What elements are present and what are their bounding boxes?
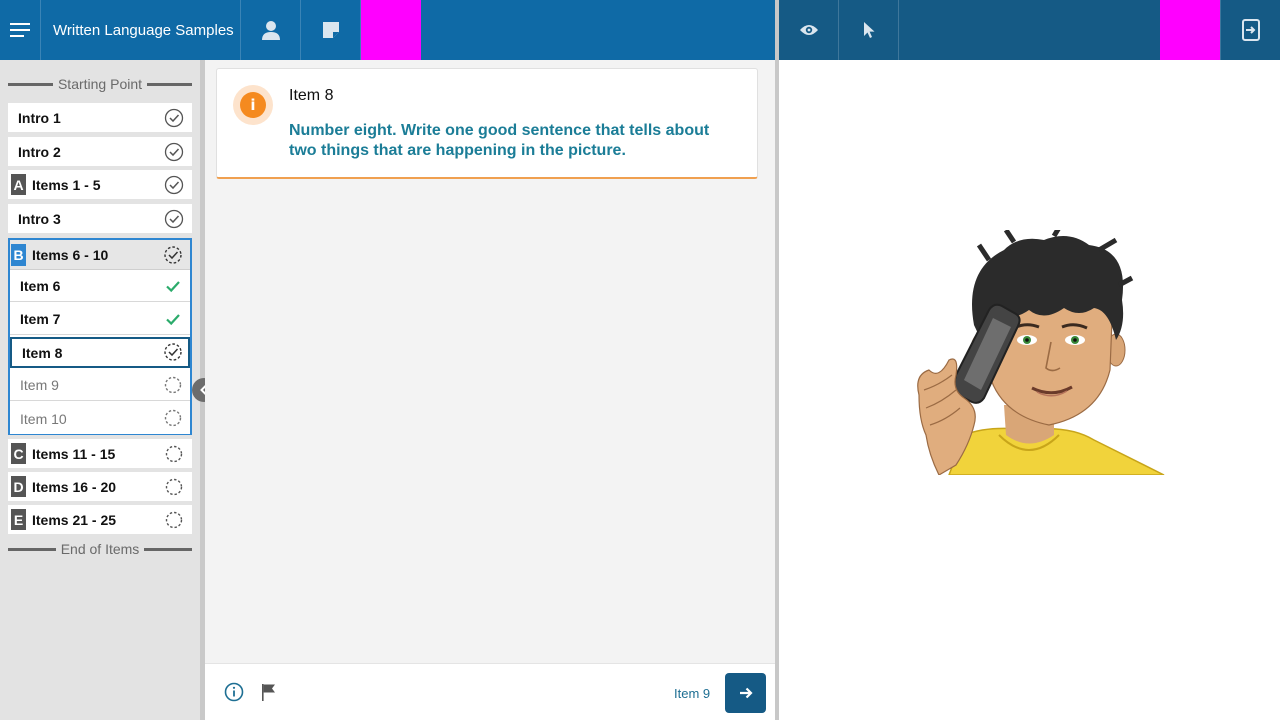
checkmark-icon <box>166 281 180 293</box>
sidebar-item-item-7[interactable]: Item 7 <box>10 304 190 335</box>
item-content-area: i Item 8 Number eight. Write one good se… <box>205 60 775 663</box>
section-letter-badge: A <box>11 174 26 195</box>
hamburger-icon <box>10 23 30 37</box>
pending-circle-icon <box>164 409 182 427</box>
end-of-items-label: End of Items <box>60 541 140 557</box>
starting-point-separator: Starting Point <box>8 76 192 92</box>
person-icon <box>261 21 280 40</box>
sidebar-item-item-10[interactable]: Item 10 <box>10 403 190 434</box>
item-footer: Item 9 <box>205 663 775 720</box>
end-of-items-separator: End of Items <box>8 541 192 557</box>
checkmark-icon <box>166 314 180 326</box>
section-letter-badge: B <box>11 244 26 266</box>
notes-button[interactable] <box>301 0 361 60</box>
sidebar-item-label: Intro 2 <box>18 143 61 160</box>
check-circle-icon <box>164 108 184 128</box>
item-instruction-text: Number eight. Write one good sentence th… <box>289 122 710 159</box>
exit-button[interactable] <box>1220 0 1280 60</box>
info-badge: i <box>233 85 273 125</box>
sidebar-item-label: Items 6 - 10 <box>32 246 109 263</box>
section-letter-badge: C <box>11 443 26 464</box>
item-title: Item 8 <box>289 87 334 104</box>
sidebar-item-label: Items 21 - 25 <box>32 511 117 528</box>
sidebar-item-intro-1[interactable]: Intro 1 <box>8 103 192 132</box>
arrow-right-icon <box>739 687 753 699</box>
top-toolbar: Written Language Samples <box>0 0 775 60</box>
eye-icon <box>799 25 818 35</box>
pending-circle-icon <box>165 445 183 463</box>
preview-button[interactable] <box>779 0 839 60</box>
sidebar-item-label: Items 1 - 5 <box>32 176 101 193</box>
sidebar-item-item-8[interactable]: Item 8 <box>10 337 190 368</box>
starting-point-label: Starting Point <box>57 76 143 92</box>
info-icon: i <box>240 92 266 118</box>
boy-on-phone-illustration <box>917 230 1165 475</box>
sidebar-item-label: Item 9 <box>20 377 59 393</box>
pending-circle-icon <box>164 376 182 394</box>
examinee-view <box>779 60 1280 720</box>
app-title: Written Language Samples <box>41 0 241 60</box>
sidebar-item-label: Item 10 <box>20 410 67 427</box>
sidebar-item-items-21-25[interactable]: E Items 21 - 25 <box>8 505 192 534</box>
check-circle-icon <box>164 142 184 162</box>
sidebar-item-label: Item 6 <box>20 278 61 294</box>
highlight-block-right <box>1160 0 1220 60</box>
sidebar-item-label: Intro 3 <box>18 210 61 227</box>
sidebar-item-item-6[interactable]: Item 6 <box>10 271 190 302</box>
sidebar-item-items-11-15[interactable]: C Items 11 - 15 <box>8 439 192 468</box>
sidebar-item-items-1-5[interactable]: A Items 1 - 5 <box>8 170 192 199</box>
section-letter-badge: E <box>11 509 26 530</box>
sidebar-item-label: Item 7 <box>20 311 61 327</box>
pending-circle-icon <box>165 511 183 529</box>
examinee-toolbar <box>779 0 1280 60</box>
exit-tablet-icon <box>1241 19 1260 41</box>
check-circle-icon <box>164 209 184 229</box>
section-group-b: B Items 6 - 10 Item 6 Item 7 Item 8 Item… <box>8 238 192 435</box>
in-progress-icon <box>164 343 182 361</box>
cursor-icon <box>863 22 874 38</box>
pointer-button[interactable] <box>839 0 899 60</box>
sidebar-item-item-9[interactable]: Item 9 <box>10 370 190 401</box>
sidebar-item-label: Items 11 - 15 <box>32 445 116 462</box>
check-circle-icon <box>164 175 184 195</box>
sidebar-item-items-16-20[interactable]: D Items 16 - 20 <box>8 472 192 501</box>
next-item-label: Item 9 <box>674 686 711 701</box>
section-letter-badge: D <box>11 476 26 497</box>
next-item-button[interactable] <box>725 673 766 713</box>
info-outline-icon[interactable] <box>223 681 245 703</box>
app-window: Written Language Samples Starting Point … <box>0 0 1280 720</box>
pending-circle-icon <box>165 478 183 496</box>
examinee-button[interactable] <box>241 0 301 60</box>
sidebar-item-intro-3[interactable]: Intro 3 <box>8 204 192 233</box>
sidebar-item-label: Item 8 <box>22 344 63 361</box>
sidebar-item-label: Items 16 - 20 <box>32 478 117 495</box>
flag-icon[interactable] <box>258 681 280 703</box>
note-icon <box>322 22 339 38</box>
sidebar-item-items-6-10[interactable]: B Items 6 - 10 <box>10 240 190 270</box>
in-progress-icon <box>164 246 182 264</box>
sidebar-item-label: Intro 1 <box>18 109 61 126</box>
menu-button[interactable] <box>0 0 41 60</box>
highlight-block <box>361 0 421 60</box>
item-instruction-card: i Item 8 Number eight. Write one good se… <box>216 68 758 179</box>
sidebar-item-intro-2[interactable]: Intro 2 <box>8 137 192 166</box>
